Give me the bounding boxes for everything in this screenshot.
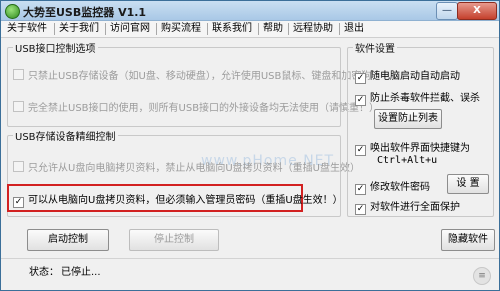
setting-autostart-label: 随电脑启动自动启动 — [370, 71, 460, 82]
title-bar: 大势至USB监控器 V1.1 — X — [1, 1, 499, 21]
menu-about-software[interactable]: 关于软件 — [7, 22, 47, 36]
setting-change-password-label: 修改软件密码 — [370, 182, 430, 193]
menu-remote-assist[interactable]: 远程协助 — [293, 22, 333, 36]
menu-separator — [288, 23, 289, 35]
menu-about-us[interactable]: 关于我们 — [59, 22, 99, 36]
menu-separator — [258, 23, 259, 35]
checkbox[interactable] — [13, 101, 24, 112]
menu-separator — [105, 23, 106, 35]
checkbox[interactable] — [13, 69, 24, 80]
menu-separator — [207, 23, 208, 35]
setting-prevent-kill[interactable]: ✓ 防止杀毒软件拦截、误杀 — [355, 89, 480, 106]
storage-opt-readonly[interactable]: 只允许从U盘向电脑拷贝资料，禁止从电脑向U盘拷贝资料（重插U盘生效） — [13, 159, 360, 174]
usb-control-group: USB接口控制选项 — [7, 40, 341, 127]
storage-opt-readonly-label: 只允许从U盘向电脑拷贝资料，禁止从电脑向U盘拷贝资料（重插U盘生效） — [28, 163, 360, 174]
checkbox-checked[interactable]: ✓ — [355, 95, 366, 106]
usb-opt-storage-only-label: 只禁止USB存储设备（如U盘、移动硬盘），允许使用USB鼠标、键盘和加密狗 — [28, 71, 372, 82]
resize-grip-icon[interactable]: ≡ — [473, 267, 491, 285]
main-window: 大势至USB监控器 V1.1 — X 关于软件 关于我们 访问官网 购买流程 联… — [0, 0, 500, 291]
setting-hotkey[interactable]: ✓ 唤出软件界面快捷键为 — [355, 139, 470, 156]
setting-hotkey-label: 唤出软件界面快捷键为 — [370, 143, 470, 154]
password-set-button[interactable]: 设 置 — [447, 174, 489, 194]
minimize-button[interactable]: — — [436, 2, 458, 20]
setting-autostart[interactable]: ✓ 随电脑启动自动启动 — [355, 67, 460, 84]
menu-exit[interactable]: 退出 — [344, 22, 364, 36]
menu-separator — [54, 23, 55, 35]
software-settings-title: 软件设置 — [353, 40, 397, 55]
usb-opt-disable-all[interactable]: 完全禁止USB接口的使用，则所有USB接口的外接设备均无法使用（请慎重！） — [13, 99, 379, 114]
checkbox-checked[interactable]: ✓ — [13, 197, 24, 208]
menu-help[interactable]: 帮助 — [263, 22, 283, 36]
storage-opt-password-copy-label: 可以从电脑向U盘拷贝资料，但必须输入管理员密码（重插U盘生效！） — [28, 195, 343, 206]
checkbox-checked[interactable]: ✓ — [355, 204, 366, 215]
usb-control-title: USB接口控制选项 — [13, 40, 98, 55]
prevent-list-button[interactable]: 设置防止列表 — [374, 109, 442, 129]
status-label: 状态： — [29, 267, 59, 278]
menu-bar: 关于软件 关于我们 访问官网 购买流程 联系我们 帮助 远程协助 退出 — [1, 21, 499, 38]
checkbox-checked[interactable]: ✓ — [355, 184, 366, 195]
usb-opt-disable-all-label: 完全禁止USB接口的使用，则所有USB接口的外接设备均无法使用（请慎重！） — [28, 103, 380, 114]
setting-change-password[interactable]: ✓ 修改软件密码 — [355, 178, 430, 195]
hotkey-value: Ctrl+Alt+u — [377, 155, 438, 166]
checkbox[interactable] — [13, 161, 24, 172]
status-value: 已停止... — [61, 267, 101, 278]
storage-control-title: USB存储设备精细控制 — [13, 128, 118, 143]
close-button[interactable]: X — [457, 2, 497, 20]
hide-software-button[interactable]: 隐藏软件 — [441, 229, 495, 251]
checkbox-checked[interactable]: ✓ — [355, 145, 366, 156]
app-logo-icon — [5, 4, 20, 19]
usb-opt-storage-only[interactable]: 只禁止USB存储设备（如U盘、移动硬盘），允许使用USB鼠标、键盘和加密狗 — [13, 67, 371, 82]
menu-purchase[interactable]: 购买流程 — [161, 22, 201, 36]
setting-protect[interactable]: ✓ 对软件进行全面保护 — [355, 198, 460, 215]
setting-prevent-kill-label: 防止杀毒软件拦截、误杀 — [370, 93, 480, 104]
checkbox-checked[interactable]: ✓ — [355, 73, 366, 84]
setting-protect-label: 对软件进行全面保护 — [370, 202, 460, 213]
window-title: 大势至USB监控器 V1.1 — [23, 6, 147, 19]
menu-separator — [339, 23, 340, 35]
menu-separator — [156, 23, 157, 35]
stop-control-button[interactable]: 停止控制 — [129, 229, 219, 251]
start-control-button[interactable]: 启动控制 — [27, 229, 109, 251]
menu-contact[interactable]: 联系我们 — [212, 22, 252, 36]
storage-opt-password-copy[interactable]: ✓ 可以从电脑向U盘拷贝资料，但必须输入管理员密码（重插U盘生效！） — [13, 191, 343, 208]
status-separator — [1, 258, 499, 259]
menu-visit-site[interactable]: 访问官网 — [110, 22, 150, 36]
